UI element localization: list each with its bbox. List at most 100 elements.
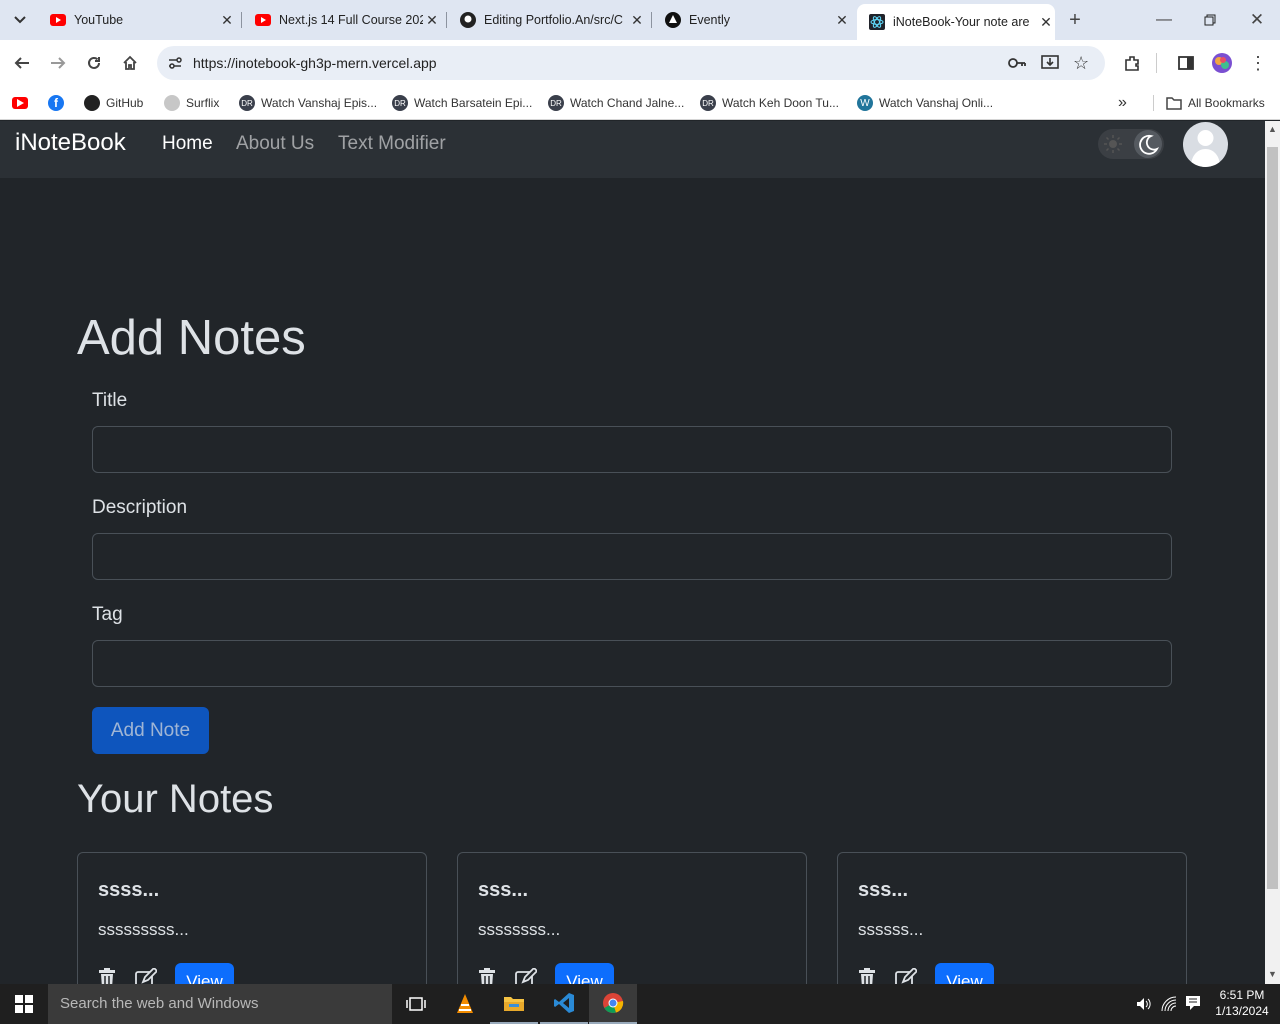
bookmark-label: Watch Chand Jalne...: [570, 96, 685, 110]
vlc-icon[interactable]: [441, 984, 489, 1024]
install-app-icon[interactable]: [1041, 54, 1059, 77]
clock-time: 6:51 PM: [1219, 988, 1265, 1002]
close-tab-icon[interactable]: ✕: [423, 12, 441, 29]
note-title: ssss...: [98, 879, 160, 901]
extensions-icon[interactable]: [1118, 49, 1146, 77]
new-tab-icon[interactable]: +: [1061, 6, 1089, 34]
bookmark-label: All Bookmarks: [1188, 96, 1265, 110]
all-bookmarks-folder[interactable]: All Bookmarks: [1166, 93, 1265, 113]
nav-text-modifier[interactable]: Text Modifier: [338, 133, 446, 155]
bookmark-chand-jalne[interactable]: DR Watch Chand Jalne...: [548, 93, 684, 113]
nav-about-us[interactable]: About Us: [236, 133, 314, 155]
network-icon[interactable]: [1161, 996, 1177, 1017]
app-navbar: iNoteBook Home About Us Text Modifier: [0, 121, 1265, 178]
tab-github-editing[interactable]: Editing Portfolio.An/src/C ✕: [448, 6, 646, 34]
chrome-menu-icon[interactable]: ⋮: [1244, 49, 1272, 77]
page-scrollbar[interactable]: ▲ ▼: [1265, 121, 1280, 984]
address-bar[interactable]: https://inotebook-gh3p-mern.vercel.app ☆: [157, 46, 1105, 80]
taskbar-clock[interactable]: 6:51 PM 1/13/2024: [1210, 987, 1274, 1019]
bookmark-vanshaj-epis[interactable]: DR Watch Vanshaj Epis...: [239, 93, 377, 113]
user-avatar-icon[interactable]: [1183, 122, 1228, 167]
bookmark-youtube[interactable]: [12, 93, 34, 113]
back-icon[interactable]: [8, 49, 36, 77]
bookmark-surflix[interactable]: Surflix: [164, 93, 219, 113]
clock-date: 1/13/2024: [1215, 1004, 1269, 1018]
tab-title: iNoteBook-Your note are: [893, 15, 1030, 29]
github-icon: [460, 12, 476, 28]
facebook-icon: f: [48, 95, 64, 111]
description-label: Description: [92, 497, 188, 518]
tab-title: YouTube: [74, 13, 124, 27]
note-title: sss...: [478, 879, 529, 901]
volume-icon[interactable]: [1136, 996, 1152, 1017]
scroll-up-icon[interactable]: ▲: [1268, 124, 1277, 134]
theme-toggle[interactable]: [1098, 129, 1164, 159]
profile-avatar-icon[interactable]: [1208, 49, 1236, 77]
bookmark-label: Watch Vanshaj Epis...: [261, 96, 378, 110]
bookmark-barsatein[interactable]: DR Watch Barsatein Epi...: [392, 93, 532, 113]
close-tab-icon[interactable]: ✕: [833, 12, 851, 29]
tab-title: Evently: [689, 13, 730, 27]
tab-nextjs-course[interactable]: Next.js 14 Full Course 2024 ✕: [243, 6, 441, 34]
more-bookmarks-icon[interactable]: »: [1118, 93, 1127, 113]
tab-search-chevron-icon[interactable]: [6, 6, 34, 34]
note-description: ssssss...: [858, 920, 924, 939]
brand-logo[interactable]: iNoteBook: [15, 129, 126, 157]
file-explorer-icon[interactable]: [490, 984, 538, 1024]
minimize-icon[interactable]: —: [1150, 6, 1178, 34]
description-input[interactable]: [92, 533, 1172, 580]
side-panel-icon[interactable]: [1172, 49, 1200, 77]
url-text: https://inotebook-gh3p-mern.vercel.app: [193, 55, 437, 71]
browser-tab-strip: YouTube ✕ Next.js 14 Full Course 2024 ✕ …: [0, 0, 1280, 40]
folder-icon: [1166, 95, 1182, 111]
browser-toolbar: https://inotebook-gh3p-mern.vercel.app ☆…: [0, 40, 1280, 86]
youtube-icon: [255, 12, 271, 28]
forward-icon[interactable]: [44, 49, 72, 77]
close-tab-icon[interactable]: ✕: [218, 12, 236, 29]
task-view-icon[interactable]: [392, 984, 440, 1024]
tab-title: Next.js 14 Full Course 2024: [279, 13, 423, 27]
nav-home[interactable]: Home: [162, 133, 213, 155]
home-icon[interactable]: [116, 49, 144, 77]
tab-inotebook[interactable]: iNoteBook-Your note are ✕: [857, 4, 1055, 40]
close-window-icon[interactable]: ✕: [1243, 6, 1271, 34]
tab-evently[interactable]: Evently ✕: [653, 6, 851, 34]
chrome-icon[interactable]: [589, 984, 637, 1024]
youtube-icon: [50, 12, 66, 28]
restore-icon[interactable]: [1196, 6, 1224, 34]
bookmark-keh-doon[interactable]: DR Watch Keh Doon Tu...: [700, 93, 839, 113]
tab-title: Editing Portfolio.An/src/C: [484, 13, 623, 27]
windows-taskbar: Search the web and Windows 6:51 PM 1/13/…: [0, 984, 1280, 1024]
bookmark-label: Watch Vanshaj Onli...: [879, 96, 994, 110]
sun-icon: [1103, 134, 1123, 159]
bookmark-vanshaj-onli[interactable]: W Watch Vanshaj Onli...: [857, 93, 993, 113]
site-icon: DR: [239, 95, 255, 111]
close-tab-icon[interactable]: ✕: [1037, 14, 1055, 31]
bookmarks-bar: f GitHub Surflix DR Watch Vanshaj Epis..…: [0, 86, 1280, 120]
react-icon: [869, 14, 885, 30]
tag-input[interactable]: [92, 640, 1172, 687]
taskbar-search-input[interactable]: Search the web and Windows: [48, 984, 392, 1024]
add-note-button[interactable]: Add Note: [92, 707, 209, 754]
password-key-icon[interactable]: [1008, 55, 1026, 76]
reload-icon[interactable]: [80, 49, 108, 77]
scroll-down-icon[interactable]: ▼: [1268, 969, 1277, 979]
bookmark-label: Surflix: [186, 96, 220, 110]
scrollbar-thumb[interactable]: [1267, 147, 1278, 889]
moon-icon: [1134, 130, 1162, 158]
vscode-icon[interactable]: [540, 984, 588, 1024]
bookmark-github[interactable]: GitHub: [84, 93, 143, 113]
title-input[interactable]: [92, 426, 1172, 473]
site-icon: DR: [392, 95, 408, 111]
site-info-icon[interactable]: [167, 55, 183, 76]
wordpress-icon: W: [857, 95, 873, 111]
bookmark-star-icon[interactable]: ☆: [1073, 53, 1089, 74]
windows-start-icon[interactable]: [0, 984, 48, 1024]
notifications-icon[interactable]: [1185, 995, 1201, 1016]
close-tab-icon[interactable]: ✕: [628, 12, 646, 29]
tab-youtube[interactable]: YouTube ✕: [38, 6, 236, 34]
bookmark-facebook[interactable]: f: [48, 93, 70, 113]
site-icon: DR: [548, 95, 564, 111]
note-description: sssssssss...: [98, 920, 189, 939]
evently-icon: [665, 12, 681, 28]
